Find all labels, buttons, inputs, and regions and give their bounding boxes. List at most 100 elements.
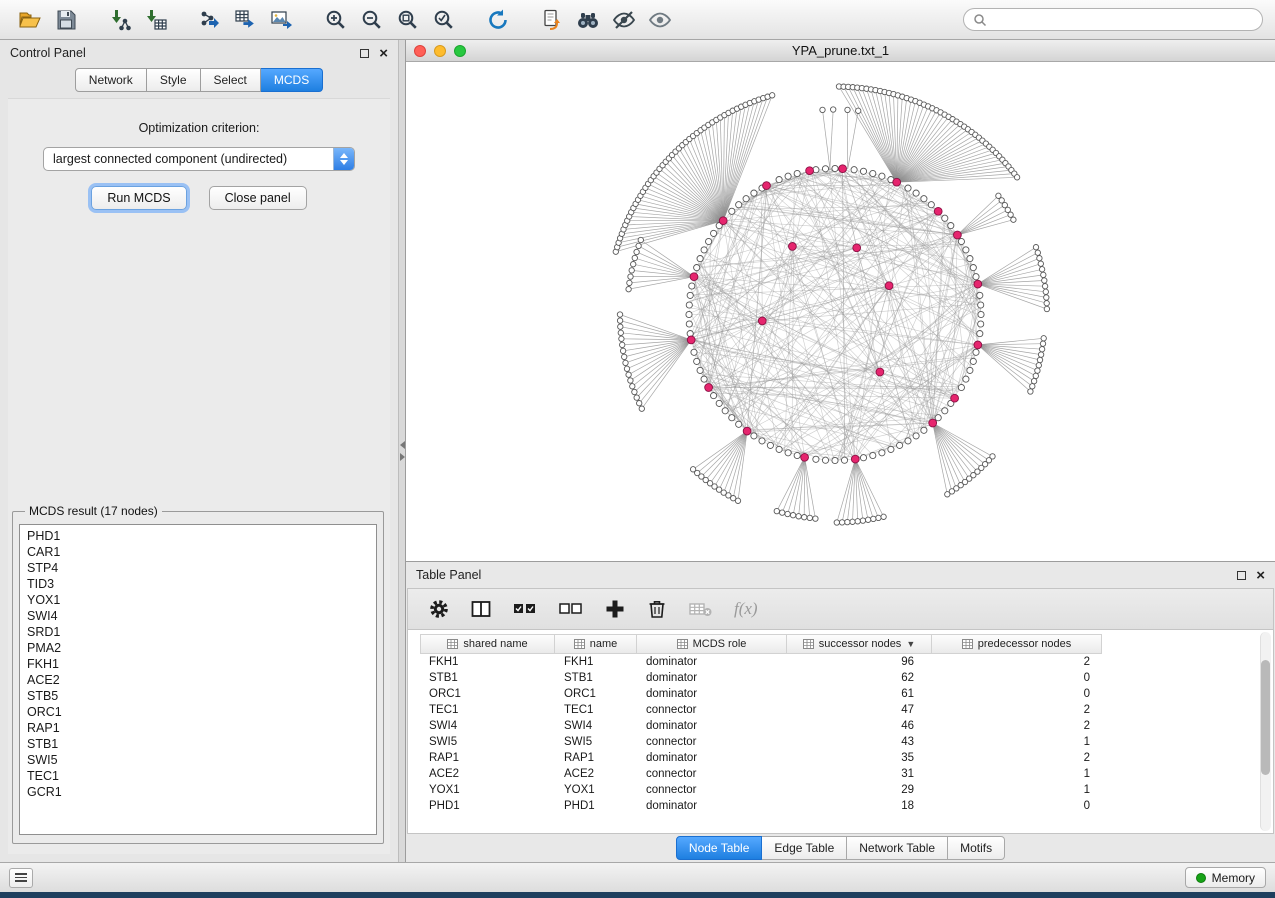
table-cell[interactable]: connector: [637, 702, 787, 718]
table-cell[interactable]: connector: [637, 782, 787, 798]
table-cell[interactable]: ORC1: [555, 686, 637, 702]
table-cell[interactable]: 0: [932, 670, 1102, 686]
table-cell[interactable]: dominator: [637, 686, 787, 702]
table-cell[interactable]: 2: [932, 750, 1102, 766]
close-table-panel-icon[interactable]: ×: [1256, 571, 1265, 580]
table-cell[interactable]: ACE2: [555, 766, 637, 782]
zoom-fit-button[interactable]: [390, 4, 426, 36]
table-cell[interactable]: 1: [932, 782, 1102, 798]
column-header-predecessor-nodes[interactable]: predecessor nodes: [932, 634, 1102, 654]
panel-menu-button[interactable]: [9, 868, 33, 888]
table-cell[interactable]: 2: [932, 718, 1102, 734]
float-panel-icon[interactable]: [360, 49, 369, 58]
mcds-node-item[interactable]: STP4: [20, 560, 376, 576]
panel-splitter[interactable]: [398, 40, 406, 862]
table-cell[interactable]: dominator: [637, 718, 787, 734]
table-cell[interactable]: 31: [787, 766, 932, 782]
network-canvas-area[interactable]: [406, 62, 1275, 561]
network-view-titlebar[interactable]: YPA_prune.txt_1: [406, 40, 1275, 62]
table-cell[interactable]: connector: [637, 766, 787, 782]
select-all-rows-button[interactable]: [512, 594, 538, 624]
add-column-button[interactable]: [604, 594, 626, 624]
tab-style[interactable]: Style: [147, 68, 201, 92]
close-panel-icon[interactable]: ×: [379, 49, 388, 58]
table-cell[interactable]: 1: [932, 766, 1102, 782]
tab-motifs[interactable]: Motifs: [948, 836, 1005, 860]
delete-column-button[interactable]: [646, 594, 668, 624]
column-header-shared-name[interactable]: shared name: [420, 634, 555, 654]
table-cell[interactable]: SWI4: [420, 718, 555, 734]
save-session-button[interactable]: [48, 4, 84, 36]
table-settings-button[interactable]: [428, 594, 450, 624]
float-table-panel-icon[interactable]: [1237, 571, 1246, 580]
table-cell[interactable]: 2: [932, 702, 1102, 718]
close-panel-button[interactable]: Close panel: [209, 186, 307, 210]
table-cell[interactable]: TEC1: [420, 702, 555, 718]
table-cell[interactable]: SWI5: [555, 734, 637, 750]
minimize-window-icon[interactable]: [434, 45, 446, 57]
zoom-in-button[interactable]: [318, 4, 354, 36]
mcds-result-list[interactable]: PHD1CAR1STP4TID3YOX1SWI4SRD1PMA2FKH1ACE2…: [19, 524, 377, 835]
tab-edge-table[interactable]: Edge Table: [762, 836, 847, 860]
table-row[interactable]: SWI5SWI5connector431: [420, 734, 1102, 750]
table-cell[interactable]: PHD1: [420, 798, 555, 814]
table-cell[interactable]: 1: [932, 734, 1102, 750]
mcds-node-item[interactable]: SWI4: [20, 608, 376, 624]
table-cell[interactable]: 2: [932, 654, 1102, 670]
share-document-button[interactable]: [534, 4, 570, 36]
table-cell[interactable]: 62: [787, 670, 932, 686]
deselect-all-rows-button[interactable]: [558, 594, 584, 624]
table-row[interactable]: PHD1PHD1dominator180: [420, 798, 1102, 814]
table-cell[interactable]: PHD1: [555, 798, 637, 814]
search-network-button[interactable]: [570, 4, 606, 36]
table-cell[interactable]: FKH1: [555, 654, 637, 670]
table-cell[interactable]: TEC1: [555, 702, 637, 718]
table-cell[interactable]: RAP1: [420, 750, 555, 766]
table-cell[interactable]: RAP1: [555, 750, 637, 766]
table-cell[interactable]: 29: [787, 782, 932, 798]
table-cell[interactable]: YOX1: [555, 782, 637, 798]
network-canvas[interactable]: [406, 62, 1275, 561]
zoom-selected-button[interactable]: [426, 4, 462, 36]
table-row[interactable]: TEC1TEC1connector472: [420, 702, 1102, 718]
table-cell[interactable]: 96: [787, 654, 932, 670]
delete-table-button[interactable]: [688, 594, 714, 624]
global-search[interactable]: [963, 8, 1263, 31]
table-cell[interactable]: 0: [932, 798, 1102, 814]
mcds-node-item[interactable]: CAR1: [20, 544, 376, 560]
table-row[interactable]: SWI4SWI4dominator462: [420, 718, 1102, 734]
tab-network[interactable]: Network: [75, 68, 147, 92]
mcds-node-item[interactable]: RAP1: [20, 720, 376, 736]
table-cell[interactable]: YOX1: [420, 782, 555, 798]
run-mcds-button[interactable]: Run MCDS: [91, 186, 186, 210]
table-cell[interactable]: STB1: [420, 670, 555, 686]
table-cell[interactable]: 43: [787, 734, 932, 750]
search-input[interactable]: [992, 13, 1253, 27]
table-row[interactable]: YOX1YOX1connector291: [420, 782, 1102, 798]
collapse-left-icon[interactable]: [400, 441, 405, 449]
optimization-criterion-select[interactable]: largest connected component (undirected): [43, 147, 355, 171]
show-columns-button[interactable]: [470, 594, 492, 624]
apply-layout-button[interactable]: [480, 4, 516, 36]
table-row[interactable]: RAP1RAP1dominator352: [420, 750, 1102, 766]
table-cell[interactable]: 47: [787, 702, 932, 718]
mcds-node-item[interactable]: SRD1: [20, 624, 376, 640]
open-network-button[interactable]: [12, 4, 48, 36]
table-cell[interactable]: ACE2: [420, 766, 555, 782]
mcds-node-item[interactable]: STB5: [20, 688, 376, 704]
table-cell[interactable]: STB1: [555, 670, 637, 686]
maximize-window-icon[interactable]: [454, 45, 466, 57]
mcds-node-item[interactable]: ORC1: [20, 704, 376, 720]
close-window-icon[interactable]: [414, 45, 426, 57]
table-cell[interactable]: 0: [932, 686, 1102, 702]
mcds-node-item[interactable]: FKH1: [20, 656, 376, 672]
table-cell[interactable]: 18: [787, 798, 932, 814]
table-cell[interactable]: dominator: [637, 798, 787, 814]
export-table-button[interactable]: [228, 4, 264, 36]
table-cell[interactable]: dominator: [637, 670, 787, 686]
table-row[interactable]: STB1STB1dominator620: [420, 670, 1102, 686]
table-row[interactable]: FKH1FKH1dominator962: [420, 654, 1102, 670]
memory-button[interactable]: Memory: [1185, 867, 1266, 888]
mcds-node-item[interactable]: TID3: [20, 576, 376, 592]
table-scrollbar-thumb[interactable]: [1261, 660, 1270, 775]
